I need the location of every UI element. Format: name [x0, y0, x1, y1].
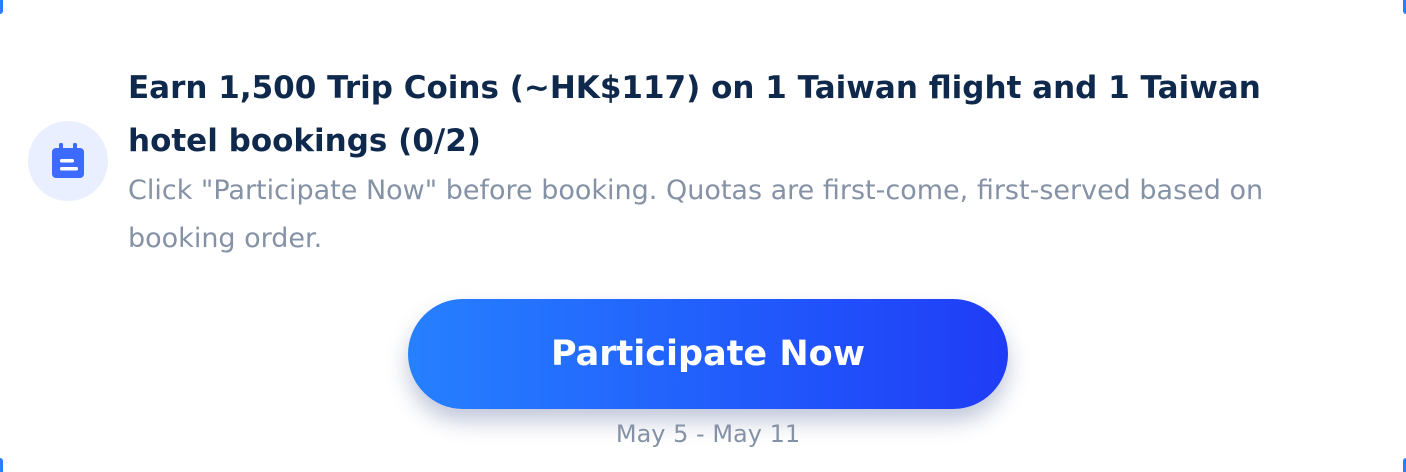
card-corner-accent — [0, 458, 3, 472]
task-card: Earn 1,500 Trip Coins (~HK$117) on 1 Tai… — [0, 0, 1406, 472]
task-details: Earn 1,500 Trip Coins (~HK$117) on 1 Tai… — [128, 62, 1348, 263]
participate-now-button[interactable]: Participate Now — [408, 299, 1008, 409]
task-description: Click "Participate Now" before booking. … — [128, 175, 1264, 254]
campaign-date-range: May 5 - May 11 — [615, 420, 801, 448]
card-corner-accent — [0, 0, 3, 14]
task-title: Earn 1,500 Trip Coins (~HK$117) on 1 Tai… — [128, 70, 1261, 159]
calendar-icon — [28, 121, 108, 201]
